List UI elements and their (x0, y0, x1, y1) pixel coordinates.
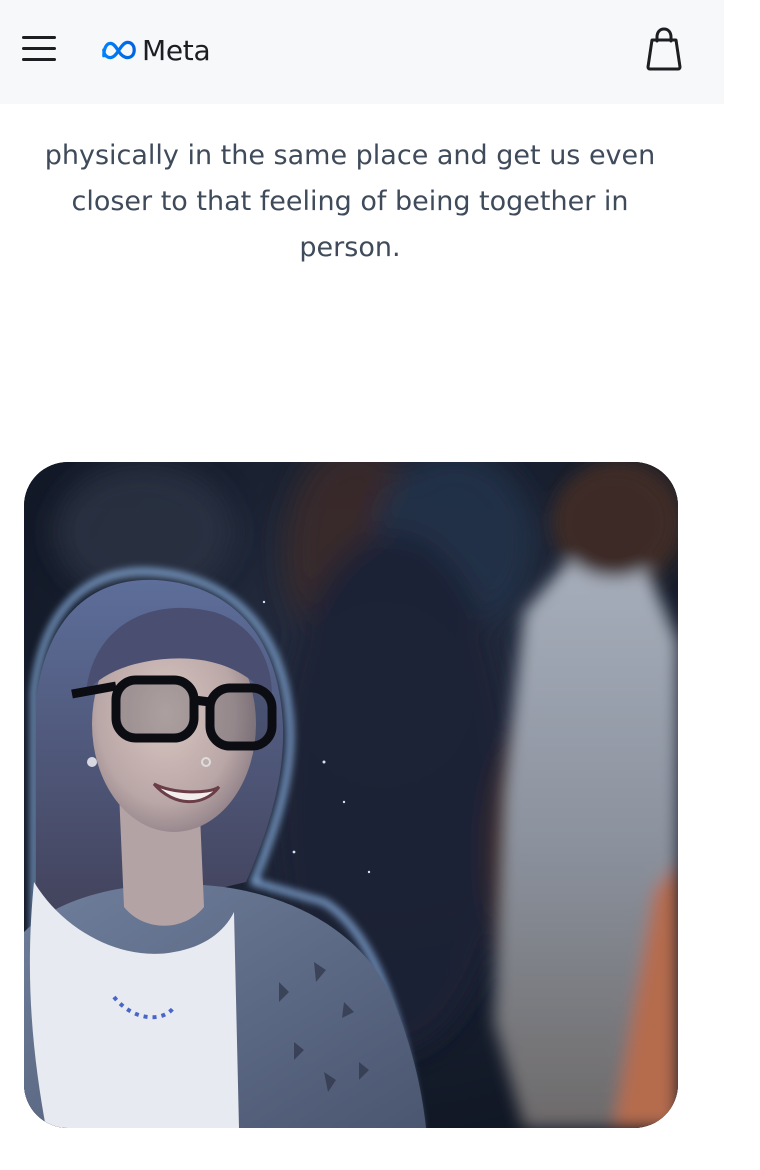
article-paragraph: physically in the same place and get us … (20, 133, 680, 271)
top-navbar: Meta (0, 0, 724, 104)
hero-image (24, 462, 678, 1128)
paragraph-line: physically in the same place and get us … (44, 140, 656, 171)
shopping-bag-icon[interactable] (644, 27, 684, 71)
hamburger-menu-icon[interactable] (22, 34, 58, 64)
page: so we can experience that joy Meta ph (0, 0, 760, 1170)
logo-text: Meta (142, 33, 211, 67)
meta-logo[interactable]: Meta (100, 30, 211, 70)
hologram-person-photo (24, 462, 678, 1128)
paragraph-line: person. (299, 232, 401, 263)
meta-infinity-logo-icon (102, 40, 136, 60)
paragraph-line: closer to that feeling of being together… (71, 186, 629, 217)
